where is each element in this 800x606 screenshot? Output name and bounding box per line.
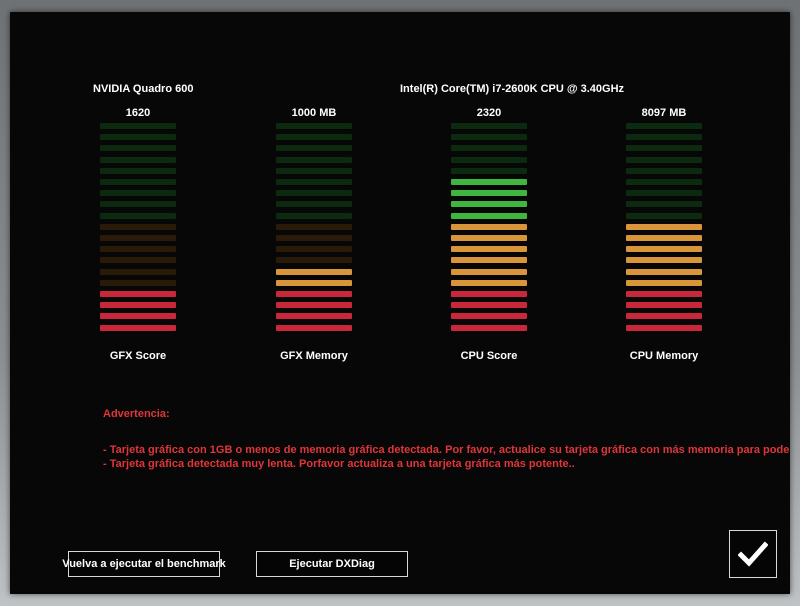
gpu-name: NVIDIA Quadro 600 — [93, 83, 194, 95]
meter-segment — [100, 134, 176, 140]
rerun-benchmark-button[interactable]: Vuelva a ejecutar el benchmark — [62, 551, 226, 577]
cpu-name: Intel(R) Core(TM) i7-2600K CPU @ 3.40GHz — [400, 83, 625, 95]
meter-segment — [276, 190, 352, 196]
meter-segment — [276, 313, 352, 319]
meter-segment — [276, 201, 352, 207]
meter-segment — [276, 246, 352, 252]
meter-segment — [626, 257, 702, 263]
warning-title: Advertencia: — [103, 408, 170, 420]
metric-value: 8097 MB — [641, 107, 687, 119]
meter-segment — [451, 235, 527, 241]
score-bars — [451, 123, 527, 347]
meter-segment — [451, 291, 527, 297]
meter-segment — [451, 325, 527, 331]
meter-segment — [276, 269, 352, 275]
score-bars — [626, 123, 702, 347]
meter-segment — [276, 157, 352, 163]
score-bars — [100, 123, 176, 347]
meter-segment — [276, 280, 352, 286]
meter-segment — [276, 235, 352, 241]
meter-segment — [276, 291, 352, 297]
meter-segment — [100, 123, 176, 129]
metric-label: GFX Score — [109, 350, 167, 362]
meter-segment — [276, 213, 352, 219]
meter-segment — [276, 224, 352, 230]
meter-segment — [100, 190, 176, 196]
checkmark-icon — [738, 541, 768, 567]
meter-segment — [100, 302, 176, 308]
meter-segment — [451, 280, 527, 286]
meter-segment — [626, 269, 702, 275]
meter-segment — [100, 269, 176, 275]
meter-segment — [451, 257, 527, 263]
meter-segment — [626, 280, 702, 286]
metric-value: 1620 — [125, 107, 151, 119]
meter-segment — [626, 213, 702, 219]
meter-segment — [100, 246, 176, 252]
meter-segment — [451, 302, 527, 308]
meter-segment — [626, 201, 702, 207]
meter-segment — [276, 179, 352, 185]
meter-segment — [276, 145, 352, 151]
meter-segment — [276, 134, 352, 140]
meter-segment — [100, 168, 176, 174]
warning-line: - Tarjeta gráfica con 1GB o menos de mem… — [103, 444, 789, 456]
meter-segment — [626, 302, 702, 308]
meter-segment — [626, 168, 702, 174]
meter-segment — [100, 291, 176, 297]
benchmark-panel: NVIDIA Quadro 600 Intel(R) Core(TM) i7-2… — [10, 12, 790, 594]
meter-segment — [626, 325, 702, 331]
meter-segment — [451, 190, 527, 196]
meter-segment — [451, 201, 527, 207]
meter-segment — [276, 123, 352, 129]
meter-segment — [451, 123, 527, 129]
meter-segment — [100, 157, 176, 163]
meter-segment — [626, 134, 702, 140]
meter-segment — [276, 325, 352, 331]
meter-segment — [626, 145, 702, 151]
meter-segment — [100, 280, 176, 286]
confirm-button[interactable] — [729, 530, 777, 578]
meter-segment — [451, 246, 527, 252]
metric-value: 1000 MB — [291, 107, 337, 119]
meter-segment — [626, 123, 702, 129]
meter-segment — [100, 313, 176, 319]
meter-segment — [626, 157, 702, 163]
meter-segment — [276, 302, 352, 308]
score-bars — [276, 123, 352, 347]
meter-segment — [100, 201, 176, 207]
meter-segment — [276, 168, 352, 174]
meter-segment — [451, 179, 527, 185]
meter-segment — [100, 224, 176, 230]
meter-segment — [626, 235, 702, 241]
meter-segment — [626, 224, 702, 230]
meter-segment — [626, 190, 702, 196]
metric-value: 2320 — [476, 107, 502, 119]
meter-segment — [100, 257, 176, 263]
meter-segment — [626, 291, 702, 297]
meter-segment — [451, 157, 527, 163]
meter-segment — [100, 235, 176, 241]
meter-segment — [451, 134, 527, 140]
meter-segment — [451, 269, 527, 275]
meter-segment — [451, 224, 527, 230]
meter-segment — [626, 179, 702, 185]
meter-segment — [276, 257, 352, 263]
meter-segment — [626, 246, 702, 252]
metric-label: CPU Score — [460, 350, 518, 362]
meter-segment — [451, 313, 527, 319]
meter-segment — [626, 313, 702, 319]
meter-segment — [100, 145, 176, 151]
meter-segment — [100, 213, 176, 219]
meter-segment — [451, 145, 527, 151]
metric-label: CPU Memory — [629, 350, 699, 362]
metric-label: GFX Memory — [280, 350, 348, 362]
meter-segment — [100, 179, 176, 185]
warning-line: - Tarjeta gráfica detectada muy lenta. P… — [103, 458, 575, 470]
meter-segment — [451, 213, 527, 219]
meter-segment — [451, 168, 527, 174]
run-dxdiag-button[interactable]: Ejecutar DXDiag — [256, 551, 408, 577]
meter-segment — [100, 325, 176, 331]
